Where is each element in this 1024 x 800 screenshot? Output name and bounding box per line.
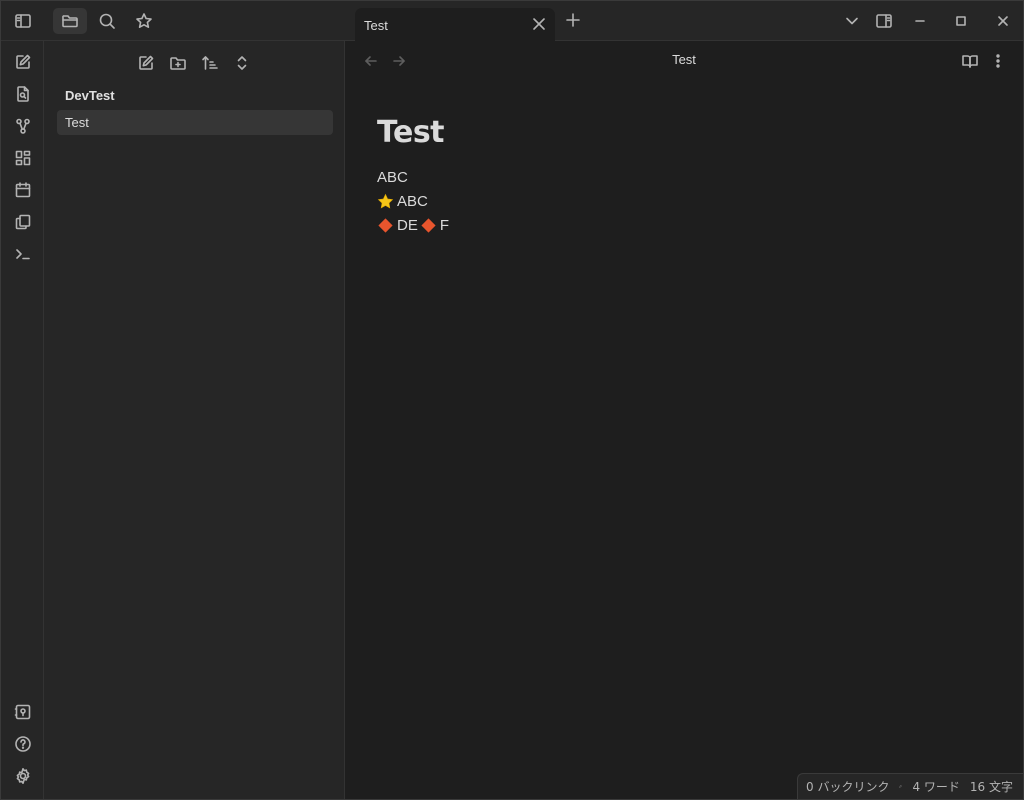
plus-icon[interactable]: [563, 10, 583, 30]
close-icon[interactable]: [531, 16, 547, 32]
chevrons-up-down-icon: [237, 56, 247, 70]
help-icon: [15, 736, 31, 752]
edit-icon: [139, 55, 154, 70]
status-bar: 0 バックリンク 4 ワード 16 文字: [797, 773, 1023, 799]
sidebar-toggle-icon: [15, 14, 31, 28]
note-text: ABC: [377, 168, 408, 186]
star-icon: [136, 13, 152, 28]
terminal-icon: [16, 249, 30, 260]
vault-name[interactable]: DevTest: [65, 88, 115, 103]
note-text: ABC: [397, 192, 428, 210]
canvas-ribbon-button[interactable]: [13, 148, 33, 168]
right-sidebar-toggle-icon[interactable]: [875, 12, 893, 30]
folder-icon: [62, 15, 78, 28]
tab-title: Test: [364, 17, 388, 33]
search-icon: [99, 13, 115, 29]
ribbon: [1, 41, 44, 799]
quick-switcher-ribbon-button[interactable]: [13, 84, 33, 104]
settings-ribbon-button[interactable]: [13, 766, 33, 786]
note-line-1[interactable]: ABC: [377, 167, 408, 187]
minimize-icon[interactable]: [911, 12, 929, 30]
new-folder-button[interactable]: [168, 53, 188, 73]
editor-pane: Test Test ABC ABC DE F: [345, 41, 1023, 799]
vault-icon: [14, 704, 31, 720]
window-close-icon[interactable]: [994, 12, 1012, 30]
char-count: 16 文字: [969, 780, 1013, 794]
word-count: 4 ワード: [912, 780, 960, 794]
more-options-icon[interactable]: [989, 52, 1007, 70]
file-search-icon: [17, 86, 29, 102]
command-palette-ribbon-button[interactable]: [13, 244, 33, 264]
backlinks-count[interactable]: 0 バックリンク: [806, 778, 889, 795]
layout-dashboard-icon: [15, 150, 31, 166]
note-line-3[interactable]: DE F: [377, 215, 449, 235]
file-explorer-pane: DevTest Test: [44, 41, 345, 799]
templates-ribbon-button[interactable]: [13, 212, 33, 232]
search-tab-button[interactable]: [90, 8, 124, 34]
app-window: Test DevTest Test Test Test ABC ABC DE F…: [0, 0, 1024, 800]
open-vault-ribbon-button[interactable]: [13, 702, 33, 722]
left-sidebar-toggle-button[interactable]: [6, 8, 40, 34]
daily-note-ribbon-button[interactable]: [13, 180, 33, 200]
gear-icon: [16, 768, 30, 784]
copy-icon: [15, 214, 31, 230]
star-emoji-icon: [377, 193, 394, 208]
bookmarks-tab-button[interactable]: [127, 8, 161, 34]
graph-view-ribbon-button[interactable]: [13, 116, 33, 136]
graph-icon: [16, 118, 30, 134]
title-bar: Test: [1, 1, 1023, 42]
maximize-icon[interactable]: [952, 12, 970, 30]
chevron-down-icon[interactable]: [843, 12, 861, 30]
sort-button[interactable]: [200, 53, 220, 73]
new-note-button[interactable]: [136, 53, 156, 73]
help-ribbon-button[interactable]: [13, 734, 33, 754]
folder-plus-icon: [170, 57, 186, 70]
orange-diamond-emoji-icon: [421, 217, 436, 233]
pencil-icon[interactable]: [899, 779, 903, 794]
file-item-test[interactable]: Test: [57, 110, 333, 135]
edit-icon: [16, 54, 31, 69]
orange-diamond-emoji-icon: [378, 217, 393, 233]
note-line-2[interactable]: ABC: [377, 191, 428, 211]
reading-view-icon[interactable]: [961, 52, 979, 70]
calendar-icon: [15, 182, 31, 198]
note-text: DE: [397, 216, 418, 234]
tab-test[interactable]: Test: [355, 8, 555, 42]
new-note-ribbon-button[interactable]: [13, 52, 33, 72]
note-text: F: [439, 216, 450, 234]
expand-collapse-button[interactable]: [232, 53, 252, 73]
view-header-title[interactable]: Test: [345, 52, 1023, 67]
file-explorer-tab-button[interactable]: [53, 8, 87, 34]
sort-icon: [202, 56, 218, 70]
note-heading[interactable]: Test: [377, 115, 445, 150]
